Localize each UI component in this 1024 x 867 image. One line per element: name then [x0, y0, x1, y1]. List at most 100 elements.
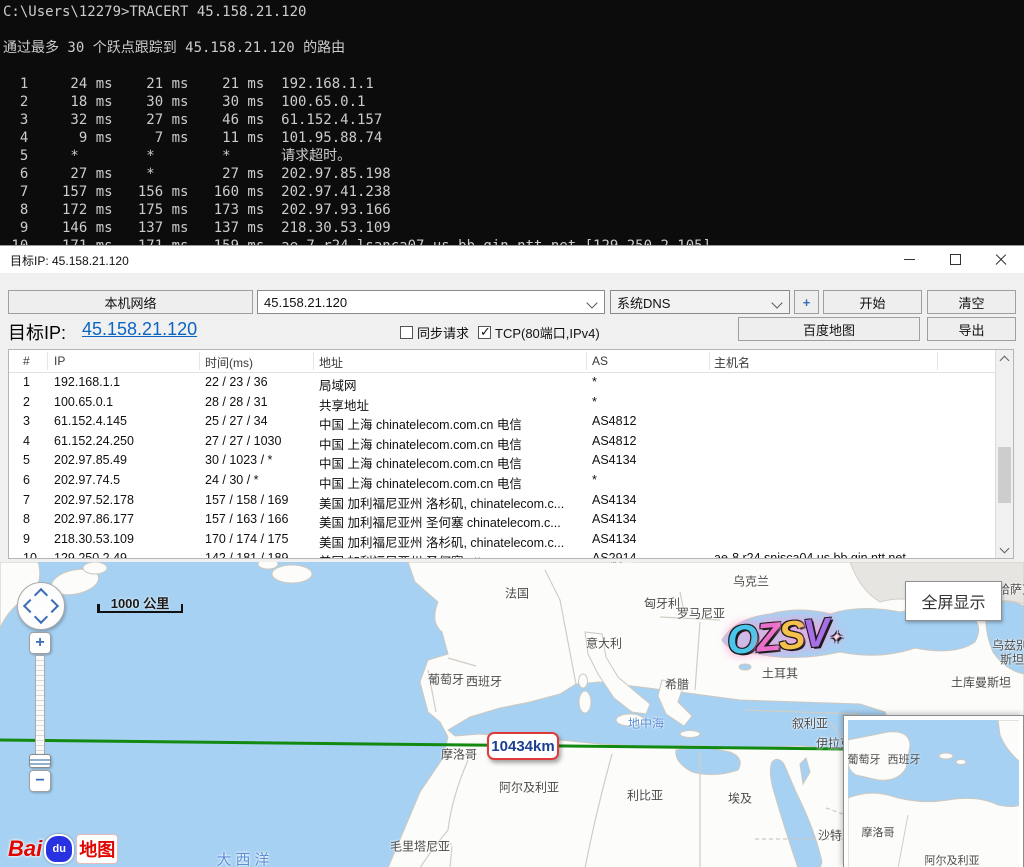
map-label: 法国: [505, 585, 529, 602]
minimize-button[interactable]: [886, 246, 932, 273]
titlebar: 目标IP: 45.158.21.120: [0, 246, 1024, 273]
chevron-down-icon[interactable]: [586, 297, 597, 308]
baidu-logo: Bai du 地图: [8, 832, 118, 866]
cell-time: 27 / 27 / 1030: [205, 434, 281, 448]
maximize-button[interactable]: [932, 246, 978, 273]
zoom-out-button[interactable]: −: [29, 770, 51, 792]
zoom-slider-thumb[interactable]: [29, 754, 51, 768]
table-row[interactable]: 5202.97.85.4930 / 1023 / *中国 上海 chinatel…: [9, 450, 995, 470]
trace-table-header: # IP 时间(ms) 地址 AS 主机名: [9, 350, 995, 373]
pan-down-icon[interactable]: [34, 610, 48, 624]
scroll-up-button[interactable]: [996, 350, 1013, 367]
tcp-label: TCP(80端口,IPv4): [495, 323, 600, 342]
map-label: 希腊: [665, 676, 689, 693]
column-header[interactable]: 主机名: [714, 354, 750, 371]
close-button[interactable]: [978, 246, 1024, 273]
maximize-icon: [950, 254, 961, 265]
table-row[interactable]: 361.152.4.14525 / 27 / 34中国 上海 chinatele…: [9, 411, 995, 431]
table-row[interactable]: 8202.97.86.177157 / 163 / 166美国 加利福尼亚州 圣…: [9, 509, 995, 529]
zoom-in-button[interactable]: +: [29, 632, 51, 654]
cell-as: AS4812: [592, 434, 636, 448]
map-label: 乌克兰: [733, 573, 769, 590]
cell-as: AS4134: [592, 532, 636, 546]
baidu-logo-bai: Bai: [8, 836, 42, 862]
baidu-map-button[interactable]: 百度地图: [738, 317, 920, 341]
local-network-button[interactable]: 本机网络: [8, 290, 253, 314]
add-target-button[interactable]: +: [794, 290, 819, 314]
target-ip-combobox[interactable]: 45.158.21.120: [257, 290, 605, 314]
cell-time: 25 / 27 / 34: [205, 414, 268, 428]
scroll-down-button[interactable]: [996, 541, 1013, 558]
trace-table-body: 1192.168.1.122 / 23 / 36局域网*2100.65.0.12…: [9, 372, 995, 558]
column-header[interactable]: #: [23, 354, 30, 368]
baidu-logo-map-word: 地图: [76, 834, 118, 864]
cell-time: 157 / 163 / 166: [205, 512, 288, 526]
pan-right-icon[interactable]: [45, 599, 59, 613]
table-row[interactable]: 7202.97.52.178157 / 158 / 169美国 加利福尼亚州 洛…: [9, 490, 995, 510]
trace-app-window: 目标IP: 45.158.21.120 本机网络 45.158.21.120 系…: [0, 245, 1024, 867]
cell-time: 28 / 28 / 31: [205, 395, 268, 409]
table-row[interactable]: 9218.30.53.109170 / 174 / 175美国 加利福尼亚州 洛…: [9, 529, 995, 549]
export-button[interactable]: 导出: [927, 317, 1016, 341]
cell-num: 6: [23, 473, 30, 487]
cell-num: 2: [23, 395, 30, 409]
map-label: 土库曼斯坦: [951, 674, 1011, 691]
cell-ip: 61.152.24.250: [54, 434, 134, 448]
close-icon: [995, 254, 1007, 266]
column-header[interactable]: AS: [592, 354, 608, 368]
table-row[interactable]: 461.152.24.25027 / 27 / 1030中国 上海 chinat…: [9, 431, 995, 451]
pan-up-icon[interactable]: [34, 588, 48, 602]
pan-left-icon[interactable]: [23, 599, 37, 613]
table-row[interactable]: 1192.168.1.122 / 23 / 36局域网*: [9, 372, 995, 392]
dns-select-value: 系统DNS: [617, 293, 670, 312]
table-row[interactable]: 2100.65.0.128 / 28 / 31共享地址*: [9, 392, 995, 412]
cell-num: 3: [23, 414, 30, 428]
screen: C:\Users\12279>TRACERT 45.158.21.120 通过最…: [0, 0, 1024, 867]
fullscreen-button[interactable]: 全屏显示: [905, 581, 1002, 621]
column-header[interactable]: 地址: [319, 354, 343, 371]
baidu-map-panel[interactable]: 波兰法国乌克兰匈牙利罗马尼亚意大利希腊土耳其叙利亚伊拉克葡萄牙西班牙摩洛哥阿尔及…: [0, 562, 1024, 867]
map-label: 毛里塔尼亚: [390, 838, 450, 855]
cell-time: 30 / 1023 / *: [205, 453, 272, 467]
minimap-label: 阿尔及利亚: [925, 852, 980, 867]
cell-num: 10: [23, 551, 37, 558]
map-label: 罗马尼亚: [677, 605, 725, 622]
start-button[interactable]: 开始: [823, 290, 922, 314]
zoom-slider-track[interactable]: [35, 655, 45, 758]
target-ip-link[interactable]: 45.158.21.120: [82, 319, 197, 340]
map-label: 斯坦: [1000, 651, 1024, 668]
table-row[interactable]: 6202.97.74.524 / 30 / *中国 上海 chinateleco…: [9, 470, 995, 490]
map-pan-control[interactable]: [17, 582, 65, 630]
baidu-paw-icon: du: [44, 834, 74, 864]
cell-ip: 202.97.52.178: [54, 493, 134, 507]
column-header[interactable]: 时间(ms): [205, 354, 253, 371]
map-label: 西班牙: [466, 673, 502, 690]
chevron-down-icon[interactable]: [771, 297, 782, 308]
cell-ip: 202.97.74.5: [54, 473, 120, 487]
overview-minimap[interactable]: 葡萄牙西班牙摩洛哥阿尔及利亚: [843, 715, 1024, 867]
cell-as: AS4134: [592, 512, 636, 526]
scrollbar-thumb[interactable]: [998, 447, 1011, 503]
table-row[interactable]: 10129.250.2.49142 / 181 / 189美国 加利福尼亚州 圣…: [9, 548, 995, 558]
tcp-checkbox[interactable]: TCP(80端口,IPv4): [478, 323, 600, 342]
sync-request-checkbox[interactable]: 同步请求: [400, 323, 469, 342]
column-header[interactable]: IP: [54, 354, 65, 368]
map-label: 埃及: [728, 790, 752, 807]
map-label: 葡萄牙: [428, 671, 464, 688]
cell-ip: 202.97.85.49: [54, 453, 127, 467]
minimap-content: 葡萄牙西班牙摩洛哥阿尔及利亚: [848, 720, 1019, 867]
cell-time: 22 / 23 / 36: [205, 375, 268, 389]
map-label: 阿尔及利亚: [499, 779, 559, 796]
cell-ip: 202.97.86.177: [54, 512, 134, 526]
terminal-output: C:\Users\12279>TRACERT 45.158.21.120 通过最…: [0, 0, 1024, 245]
distance-badge: 10434km: [487, 732, 559, 760]
clear-button[interactable]: 清空: [927, 290, 1016, 314]
table-scrollbar[interactable]: [995, 350, 1013, 558]
cell-host: ae-8.r24.snjsca04.us.bb.gin.ntt.net: [714, 551, 906, 558]
cell-time: 24 / 30 / *: [205, 473, 259, 487]
terminal-window[interactable]: C:\Users\12279>TRACERT 45.158.21.120 通过最…: [0, 0, 1024, 245]
dns-select[interactable]: 系统DNS: [610, 290, 790, 314]
column-separator: [709, 352, 710, 370]
minimize-icon: [904, 259, 915, 260]
cell-as: AS2914: [592, 551, 636, 558]
